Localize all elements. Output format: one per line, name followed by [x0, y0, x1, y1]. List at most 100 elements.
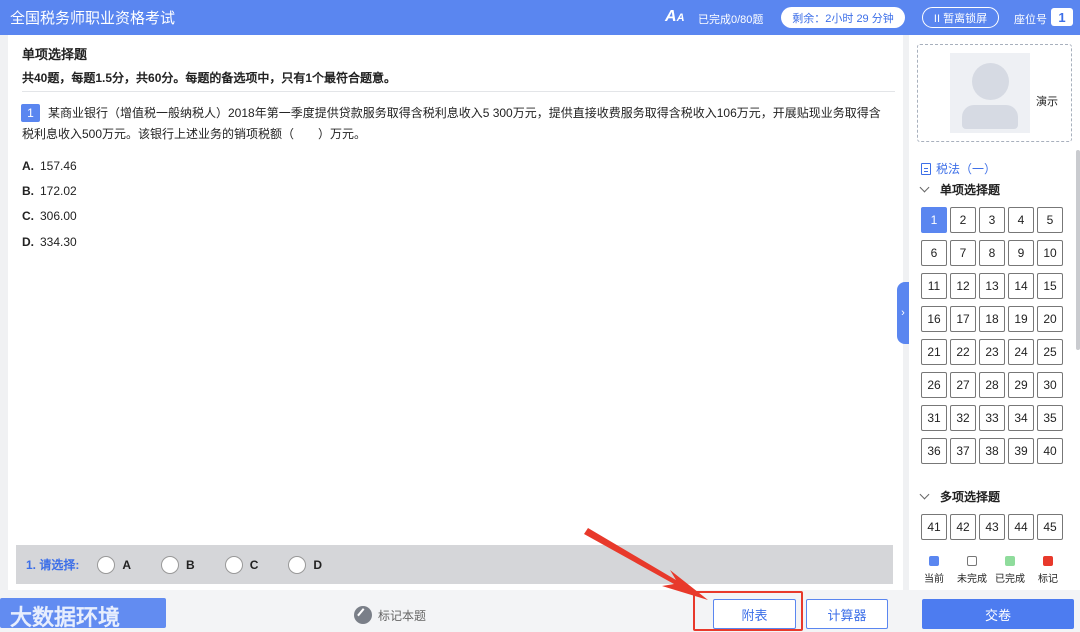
candidate-name: 演示	[1036, 96, 1058, 108]
legend-item: 标记	[1028, 556, 1068, 585]
question-cell[interactable]: 26	[921, 372, 947, 398]
legend-item: 未完成	[952, 556, 992, 585]
question-cell[interactable]: 36	[921, 438, 947, 464]
question-cell[interactable]: 8	[979, 240, 1005, 266]
sidebar-scrollbar[interactable]	[1076, 150, 1080, 350]
legend-swatch	[1005, 556, 1015, 566]
question-cell[interactable]: 33	[979, 405, 1005, 431]
radio-circle[interactable]	[97, 555, 116, 574]
question-cell[interactable]: 13	[979, 273, 1005, 299]
pin-icon	[354, 606, 372, 624]
answer-radio-b[interactable]: B	[161, 555, 195, 574]
question-cell[interactable]: 34	[1008, 405, 1034, 431]
question-cell[interactable]: 1	[921, 207, 947, 233]
question-cell[interactable]: 17	[950, 306, 976, 332]
legend-swatch	[929, 556, 939, 566]
divider	[22, 91, 895, 92]
paper-title: 税法（一）	[921, 160, 996, 177]
collapse-sidebar-tab[interactable]: ›	[897, 282, 909, 344]
lock-screen-button[interactable]: II 暂离锁屏	[922, 7, 999, 28]
question-cell[interactable]: 18	[979, 306, 1005, 332]
question-cell[interactable]: 29	[1008, 372, 1034, 398]
option-text: 334.30	[40, 235, 77, 249]
question-cell[interactable]: 43	[979, 514, 1005, 540]
question-cell[interactable]: 7	[950, 240, 976, 266]
question-cell[interactable]: 9	[1008, 240, 1034, 266]
answer-radio-c[interactable]: C	[224, 555, 259, 574]
question-cell[interactable]: 31	[921, 405, 947, 431]
radio-label: C	[249, 557, 259, 572]
question-cell[interactable]: 6	[921, 240, 947, 266]
question-cell[interactable]: 21	[921, 339, 947, 365]
legend-label: 未完成	[957, 574, 987, 585]
question-cell[interactable]: 44	[1008, 514, 1034, 540]
answer-radio-d[interactable]: D	[288, 555, 323, 574]
legend-label: 标记	[1038, 574, 1058, 585]
question-cell[interactable]: 10	[1037, 240, 1063, 266]
mark-question-button[interactable]: 标记本题	[354, 606, 426, 624]
question-cell[interactable]: 4	[1008, 207, 1034, 233]
radio-circle[interactable]	[288, 555, 307, 574]
section-description: 共40题，每题1.5分，共60分。每题的备选项中，只有1个最符合题意。	[22, 71, 397, 85]
option-text: 306.00	[40, 209, 77, 223]
radio-circle[interactable]	[224, 555, 243, 574]
question-text: 某商业银行（增值税一般纳税人）2018年第一季度提供贷款服务取得含税利息收入5 …	[22, 106, 881, 141]
legend-label: 已完成	[995, 574, 1025, 585]
question-cell[interactable]: 27	[950, 372, 976, 398]
question-cell[interactable]: 35	[1037, 405, 1063, 431]
question-cell[interactable]: 12	[950, 273, 976, 299]
group-title-text: 单项选择题	[940, 183, 1001, 197]
question-cell[interactable]: 32	[950, 405, 976, 431]
calculator-button[interactable]: 计算器	[806, 599, 888, 629]
legend-item: 当前	[914, 556, 954, 585]
question-cell[interactable]: 38	[979, 438, 1005, 464]
option-letter: A.	[22, 159, 34, 173]
radio-label: D	[313, 557, 323, 572]
chevron-down-icon	[919, 182, 930, 193]
legend-swatch	[967, 556, 977, 566]
question-cell[interactable]: 25	[1037, 339, 1063, 365]
question-cell[interactable]: 22	[950, 339, 976, 365]
question-cell[interactable]: 45	[1037, 514, 1063, 540]
avatar	[950, 53, 1030, 133]
paper-title-text: 税法（一）	[936, 162, 997, 176]
question-cell[interactable]: 24	[1008, 339, 1034, 365]
question-cell[interactable]: 23	[979, 339, 1005, 365]
question-cell[interactable]: 39	[1008, 438, 1034, 464]
question-cell[interactable]: 30	[1037, 372, 1063, 398]
avatar-head-icon	[972, 63, 1009, 100]
question-cell[interactable]: 19	[1008, 306, 1034, 332]
question-cell[interactable]: 11	[921, 273, 947, 299]
question-cell[interactable]: 5	[1037, 207, 1063, 233]
option-d: D. 334.30	[22, 235, 77, 249]
footer-bar: 大数据环境 标记本题 附表 计算器 交卷	[0, 590, 1080, 632]
question-cell[interactable]: 37	[950, 438, 976, 464]
chevron-down-icon	[919, 489, 930, 500]
option-letter: D.	[22, 235, 34, 249]
font-size-icon[interactable]: AA	[665, 8, 685, 26]
group-single-choice[interactable]: 单项选择题	[919, 181, 1001, 198]
answer-bar: 1. 请选择: A B C D	[16, 545, 893, 584]
watermark-logo: 大数据环境	[10, 605, 121, 630]
question-cell[interactable]: 16	[921, 306, 947, 332]
question-cell[interactable]: 42	[950, 514, 976, 540]
question-cell[interactable]: 41	[921, 514, 947, 540]
question-cell[interactable]: 20	[1037, 306, 1063, 332]
submit-exam-button[interactable]: 交卷	[922, 599, 1074, 629]
radio-circle[interactable]	[161, 555, 180, 574]
document-icon	[921, 162, 931, 175]
section-title: 单项选择题	[22, 47, 88, 62]
group-title-text: 多项选择题	[940, 490, 1001, 504]
group-multi-choice[interactable]: 多项选择题	[919, 488, 1001, 505]
question-cell[interactable]: 2	[950, 207, 976, 233]
answer-prompt: 1. 请选择:	[26, 558, 80, 572]
question-cell[interactable]: 28	[979, 372, 1005, 398]
question-cell[interactable]: 14	[1008, 273, 1034, 299]
question-cell[interactable]: 3	[979, 207, 1005, 233]
question-cell[interactable]: 40	[1037, 438, 1063, 464]
seat-label: 座位号	[1014, 14, 1047, 26]
answer-radio-a[interactable]: A	[97, 555, 131, 574]
option-letter: C.	[22, 209, 34, 223]
question-cell[interactable]: 15	[1037, 273, 1063, 299]
answer-sheet-sidebar: 演示 税法（一） 单项选择题 1 2 3 4 5 6 7 8 9 10 11 12 13 14 15 16 17…	[909, 35, 1080, 590]
